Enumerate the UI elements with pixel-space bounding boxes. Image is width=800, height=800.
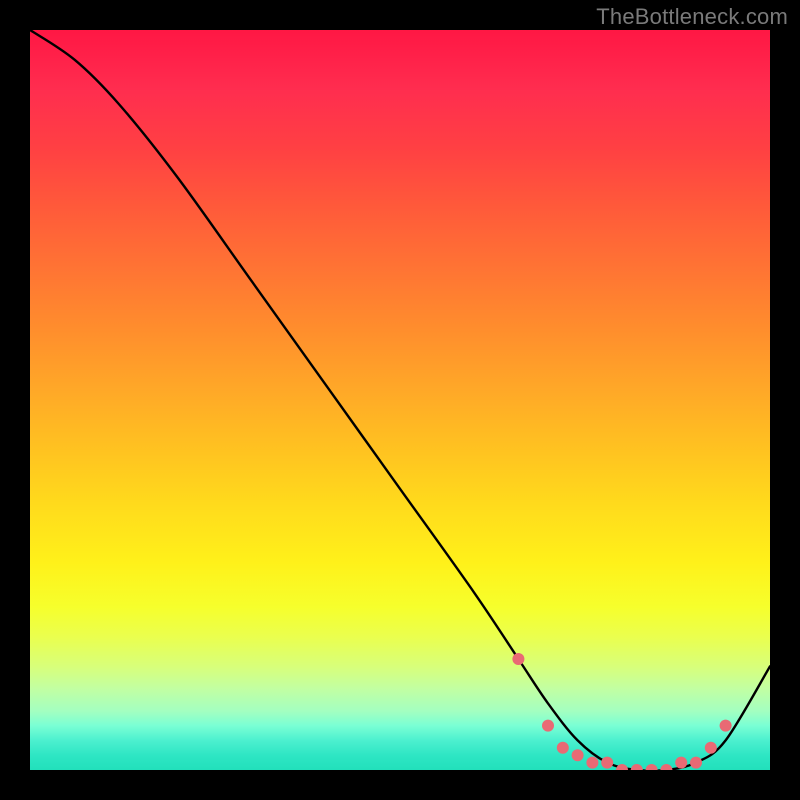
data-point [557, 742, 569, 754]
data-point [512, 653, 524, 665]
chart-stage: TheBottleneck.com [0, 0, 800, 800]
data-point [720, 720, 732, 732]
sweet-spot-points [512, 653, 731, 770]
data-point [705, 742, 717, 754]
curve-layer [30, 30, 770, 770]
plot-area [30, 30, 770, 770]
data-point [631, 764, 643, 770]
bottleneck-curve [30, 30, 770, 770]
data-point [690, 757, 702, 769]
watermark-text: TheBottleneck.com [596, 4, 788, 30]
data-point [601, 757, 613, 769]
data-point [675, 757, 687, 769]
data-point [542, 720, 554, 732]
data-point [660, 764, 672, 770]
data-point [572, 749, 584, 761]
data-point [616, 764, 628, 770]
data-point [646, 764, 658, 770]
data-point [586, 757, 598, 769]
